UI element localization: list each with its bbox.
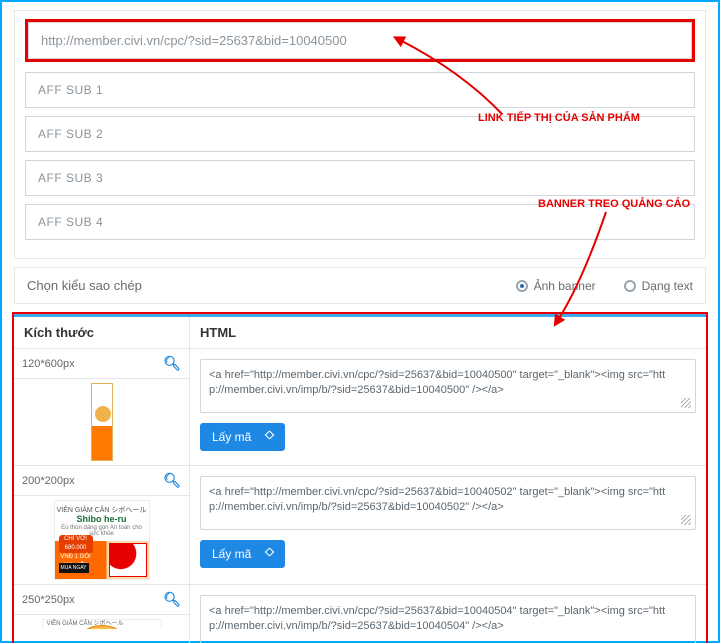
radio-image-banner[interactable]: Ảnh banner <box>516 279 596 293</box>
copy-mode-card: Chọn kiểu sao chép Ảnh banner Dạng text <box>14 267 706 304</box>
zoom-icon[interactable]: 🔍︎ <box>163 472 181 489</box>
copy-code-button[interactable]: Lấy mã <box>200 540 285 568</box>
banner-thumb-250x250[interactable]: VIÊN GIẢM CÂN シボヘール <box>42 619 162 629</box>
thumb-product-image <box>109 543 147 577</box>
code-icon <box>259 549 273 559</box>
radio-unchecked-icon <box>624 280 636 292</box>
aff-sub-3-input[interactable]: AFF SUB 3 <box>25 160 695 196</box>
thumb-price-badge: CHỈ VỚI 680.000 VNĐ 1 GÓI 120 VIÊN <box>59 535 93 553</box>
aff-sub-4-input[interactable]: AFF SUB 4 <box>25 204 695 240</box>
link-highlight-frame <box>25 19 695 62</box>
html-code-text: <a href="http://member.civi.vn/cpc/?sid=… <box>209 486 665 513</box>
th-size: Kích thước <box>14 317 190 348</box>
zoom-icon[interactable]: 🔍︎ <box>163 591 181 608</box>
table-row: 250*250px 🔍︎ VIÊN GIẢM CÂN シボヘール <a href… <box>14 585 706 643</box>
resize-handle-icon[interactable] <box>681 515 691 525</box>
copy-code-button-label: Lấy mã <box>212 547 251 561</box>
banner-table-header: Kích thước HTML <box>14 314 706 349</box>
code-icon <box>259 432 273 442</box>
resize-handle-icon[interactable] <box>681 398 691 408</box>
banner-table: Kích thước HTML 120*600px 🔍︎ <a href="ht… <box>12 312 708 643</box>
size-label: 200*200px <box>22 475 75 487</box>
copy-code-button[interactable]: Lấy mã <box>200 423 285 451</box>
copy-code-button-label: Lấy mã <box>212 430 251 444</box>
banner-thumb-120x600[interactable] <box>91 383 113 461</box>
copy-mode-label: Chọn kiểu sao chép <box>27 278 488 293</box>
thumb-buy-button: MUA NGAY <box>59 563 89 573</box>
link-card: AFF SUB 1 AFF SUB 2 AFF SUB 3 AFF SUB 4 <box>14 10 706 259</box>
radio-checked-icon <box>516 280 528 292</box>
size-label: 120*600px <box>22 358 75 370</box>
table-row: 200*200px 🔍︎ VIÊN GIẢM CÂN シボヘール Shibo h… <box>14 466 706 585</box>
html-code-box[interactable]: <a href="http://member.civi.vn/cpc/?sid=… <box>200 595 696 643</box>
html-code-box[interactable]: <a href="http://member.civi.vn/cpc/?sid=… <box>200 476 696 530</box>
html-code-box[interactable]: <a href="http://member.civi.vn/cpc/?sid=… <box>200 359 696 413</box>
thumb-caption: VIÊN GIẢM CÂN シボヘール <box>47 618 124 627</box>
html-code-text: <a href="http://member.civi.vn/cpc/?sid=… <box>209 369 665 396</box>
aff-sub-2-input[interactable]: AFF SUB 2 <box>25 116 695 152</box>
html-code-text: <a href="http://member.civi.vn/cpc/?sid=… <box>209 605 665 632</box>
aff-sub-1-input[interactable]: AFF SUB 1 <box>25 72 695 108</box>
radio-text-mode-label: Dạng text <box>642 279 693 293</box>
table-row: 120*600px 🔍︎ <a href="http://member.civi… <box>14 349 706 466</box>
size-label: 250*250px <box>22 594 75 606</box>
th-html: HTML <box>190 317 706 348</box>
affiliate-link-input[interactable] <box>28 22 692 59</box>
banner-thumb-200x200[interactable]: VIÊN GIẢM CÂN シボヘール Shibo he-ru Eo thon … <box>54 500 150 580</box>
radio-text-mode[interactable]: Dạng text <box>624 279 693 293</box>
thumb-brand-line2: Shibo he-ru <box>57 514 147 524</box>
zoom-icon[interactable]: 🔍︎ <box>163 355 181 372</box>
radio-image-banner-label: Ảnh banner <box>534 279 596 293</box>
